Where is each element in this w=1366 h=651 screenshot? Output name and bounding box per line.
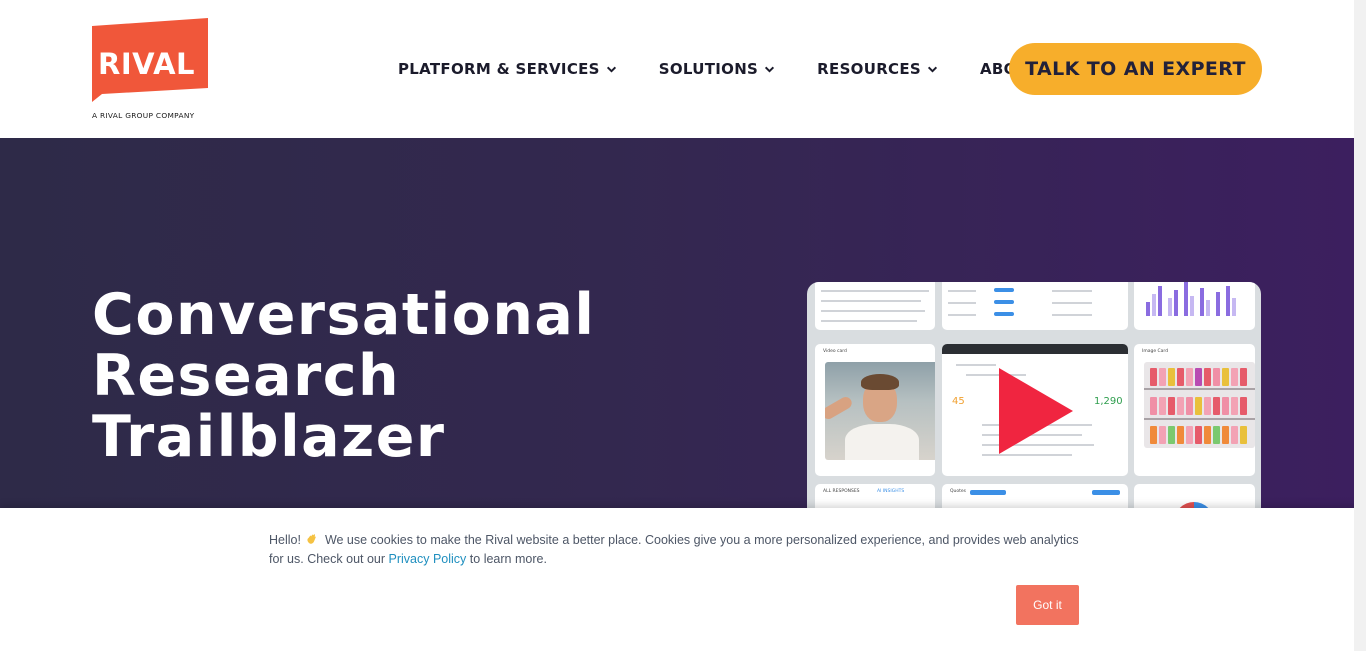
respondent-photo bbox=[825, 362, 935, 460]
site-header: RIVAL A RIVAL GROUP COMPANY PLATFORM & S… bbox=[0, 0, 1354, 138]
accept-cookies-button[interactable]: Got it bbox=[1016, 585, 1079, 625]
page: RIVAL A RIVAL GROUP COMPANY PLATFORM & S… bbox=[0, 0, 1366, 651]
svg-text:RIVAL: RIVAL bbox=[98, 47, 195, 81]
nav-platform-services[interactable]: PLATFORM & SERVICES bbox=[398, 60, 617, 78]
hero-title-line: Research bbox=[92, 343, 401, 409]
stat-value-right: 1,290 bbox=[1094, 396, 1123, 407]
bar-chart-card bbox=[1134, 282, 1255, 330]
video-card: Video card bbox=[815, 344, 935, 476]
play-icon[interactable] bbox=[995, 366, 1075, 456]
video-card-label: Video card bbox=[823, 349, 847, 354]
nav-solutions[interactable]: SOLUTIONS bbox=[659, 60, 775, 78]
cookie-greeting: Hello! bbox=[269, 533, 301, 547]
nav-resources-label: RESOURCES bbox=[817, 60, 922, 78]
chevron-down-icon bbox=[765, 66, 775, 73]
nav-platform-services-label: PLATFORM & SERVICES bbox=[398, 60, 600, 78]
hero-title-line: Trailblazer bbox=[92, 404, 446, 470]
cookie-banner: Hello! We use cookies to make the Rival … bbox=[0, 508, 1366, 651]
list-card bbox=[942, 282, 1128, 330]
quotes-label: Quotes bbox=[950, 489, 967, 494]
responses-tab-label: ALL RESPONSES bbox=[823, 489, 860, 494]
cookie-message: Hello! We use cookies to make the Rival … bbox=[269, 531, 1089, 569]
page-scrollbar[interactable] bbox=[1354, 0, 1366, 651]
stat-value-left: 45 bbox=[952, 396, 965, 407]
cookie-closing-text: to learn more. bbox=[469, 552, 547, 566]
nav-resources[interactable]: RESOURCES bbox=[817, 60, 938, 78]
chevron-down-icon bbox=[606, 66, 616, 73]
image-card: Image Card bbox=[1134, 344, 1255, 476]
table-card bbox=[815, 282, 935, 330]
privacy-policy-link[interactable]: Privacy Policy bbox=[389, 552, 467, 566]
waving-hand-icon bbox=[307, 534, 317, 544]
insights-tab-label: AI INSIGHTS bbox=[877, 489, 905, 494]
image-card-label: Image Card bbox=[1142, 349, 1169, 354]
logo-tagline: A RIVAL GROUP COMPANY bbox=[92, 111, 195, 120]
talk-to-expert-button[interactable]: TALK TO AN EXPERT bbox=[1009, 43, 1262, 95]
main-nav: PLATFORM & SERVICES SOLUTIONS RESOURCES … bbox=[398, 57, 1057, 81]
product-shelf-photo bbox=[1144, 362, 1255, 448]
rival-logo[interactable]: RIVAL bbox=[92, 18, 210, 122]
hero-title: Conversational Research Trailblazer bbox=[92, 285, 652, 468]
nav-solutions-label: SOLUTIONS bbox=[658, 60, 759, 78]
hero-title-line: Conversational bbox=[92, 282, 596, 348]
chevron-down-icon bbox=[927, 66, 938, 73]
